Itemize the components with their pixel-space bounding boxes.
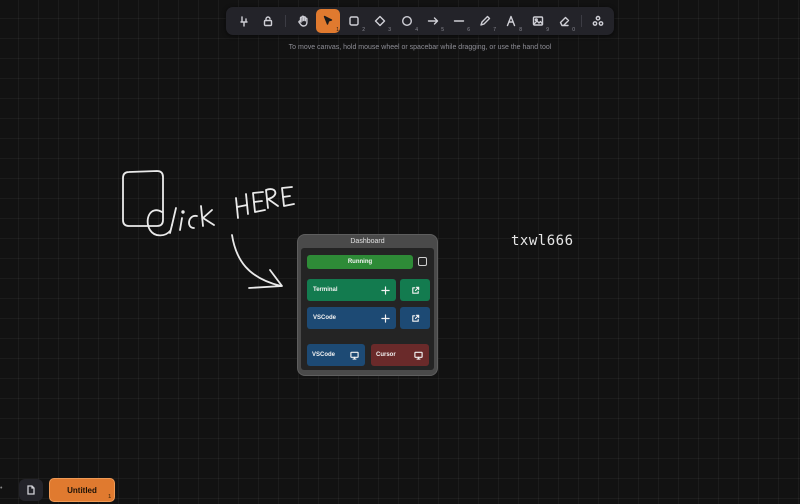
external-link-icon bbox=[411, 314, 419, 322]
cursor-label: Cursor bbox=[376, 352, 396, 358]
external-link-icon bbox=[411, 286, 419, 294]
card-title: Dashboard bbox=[350, 238, 385, 245]
running-label: Running bbox=[347, 259, 373, 265]
terminal-button[interactable]: Terminal bbox=[307, 279, 396, 301]
terminal-open-button[interactable] bbox=[400, 279, 430, 301]
plus-icon bbox=[381, 285, 390, 295]
terminal-label: Terminal bbox=[313, 287, 338, 293]
vscode-button[interactable]: VSCode bbox=[307, 307, 396, 329]
page-tab[interactable]: Untitled 1 bbox=[49, 478, 115, 502]
file-icon bbox=[27, 485, 35, 495]
running-button[interactable]: Running bbox=[307, 255, 413, 269]
sketch-text bbox=[146, 186, 295, 237]
monitor-icon bbox=[414, 351, 423, 360]
sketch-arrow bbox=[231, 234, 282, 287]
page-tab-sub: 1 bbox=[108, 494, 111, 500]
plus-icon bbox=[381, 313, 390, 323]
monitor-icon bbox=[350, 351, 359, 360]
vscode-desktop-button[interactable]: VSCode bbox=[307, 344, 365, 366]
canvas-handle-text[interactable]: txwl666 bbox=[511, 233, 574, 249]
vscode-open-button[interactable] bbox=[400, 307, 430, 329]
cursor-desktop-button[interactable]: Cursor bbox=[371, 344, 429, 366]
dashboard-card[interactable]: Dashboard Running Terminal VSCode VSCode… bbox=[297, 234, 438, 376]
card-body: Running Terminal VSCode VSCode Cursor bbox=[301, 248, 434, 370]
edge-indicator: • bbox=[0, 485, 3, 492]
vscode-label: VSCode bbox=[313, 315, 337, 321]
vscode-desktop-label: VSCode bbox=[312, 352, 336, 358]
new-page-button[interactable] bbox=[19, 479, 43, 501]
select-checkbox[interactable] bbox=[418, 257, 427, 266]
page-tab-label: Untitled bbox=[67, 485, 97, 495]
sketch-rectangle bbox=[122, 170, 164, 227]
